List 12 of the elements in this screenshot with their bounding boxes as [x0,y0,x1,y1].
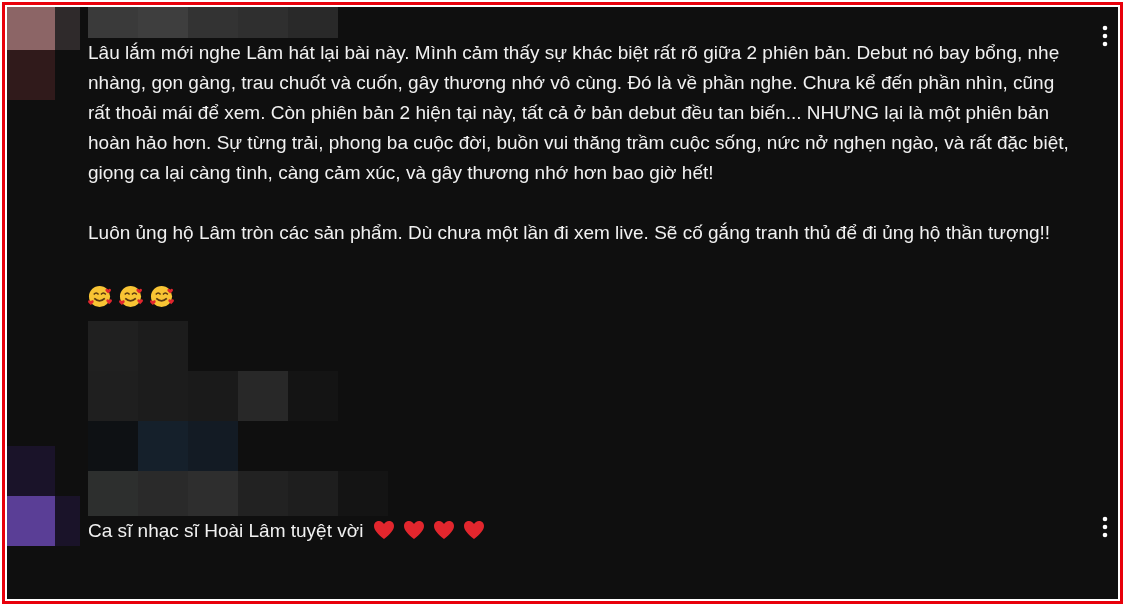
heart-icon [373,520,396,540]
heart-icon [463,520,486,540]
more-options-icon[interactable] [1102,25,1108,47]
smiling-face-icon [150,283,175,308]
heart-icon [433,520,456,540]
smiling-face-icon [88,283,113,308]
comment-text: Luôn ủng hộ Lâm tròn các sản phẩm. Dù chưa một lần đi xem live. Sẽ cố gắng tranh thủ để đi ủng hộ thần tượng!! [88,222,1051,243]
more-options-icon[interactable] [1102,516,1108,538]
smiling-face-icon [119,283,144,308]
comment-text: Lâu lắm mới nghe Lâm hát lại bài này. Mình cảm thấy sự khác biệt rất rõ giữa 2 phiên bản. Debut nó bay bổng, nhẹ nhàng, gọn gàng, trau chuốt và cuốn, gây thương nhớ vô cùng. Đó là về phần nghe. Chưa kể đến phần nhìn, cũng rất thoải mái để xem. Còn phiên bản 2 hiện tại này, tất cả ở bản debut đều tan biến... NHƯNG lại là một phiên bản hoàn hảo hơn. Sự từng trải, phong ba cuộc đời, buồn vui thăng trầm cuộc sống, nức nở nghẹn ngào, và rất đặc biệt, giọng ca lại càng tình, càng cảm xúc, và gây thương nhớ hơn bao giờ hết! [88,42,1069,183]
comment-text: Ca sĩ nhạc sĩ Hoài Lâm tuyệt vời [88,520,364,541]
heart-icon [403,520,426,540]
